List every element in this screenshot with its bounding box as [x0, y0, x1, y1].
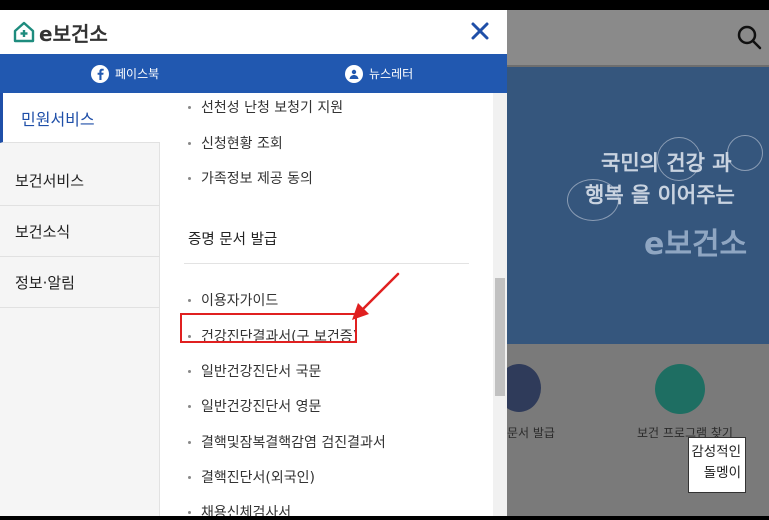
watermark-line-2: 돌멩이 — [703, 465, 741, 481]
search-icon[interactable] — [736, 24, 762, 50]
nav-label: 보건서비스 — [15, 171, 85, 190]
nav-item-health-news[interactable]: 보건소식 — [0, 206, 160, 257]
bullet-icon — [188, 176, 191, 180]
section-title: 증명 문서 발급 — [188, 232, 278, 248]
house-plus-icon — [13, 21, 35, 43]
nav-label: 민원서비스 — [21, 109, 95, 129]
facebook-icon — [91, 64, 109, 83]
bullet-icon — [188, 141, 191, 145]
bullet-icon — [188, 334, 191, 338]
bullet-icon — [188, 510, 191, 514]
bullet-icon — [188, 440, 191, 444]
banner-line-1: 국민의 건강 과 — [601, 151, 732, 175]
logo-text: e보건소 — [39, 21, 108, 46]
bullet-icon — [188, 298, 191, 302]
submenu-item[interactable]: 가족정보 제공 동의 — [188, 168, 313, 188]
bullet-icon — [188, 105, 191, 109]
nav-label: 정보·알림 — [15, 273, 75, 292]
watermark-stamp: 감성적인 돌멩이 — [688, 437, 746, 493]
watermark-line-1: 감성적인 — [691, 444, 741, 460]
background-banner: 국민의 건강 과 행복 을 이어주는 e보건소 — [507, 67, 769, 344]
quick-link-document[interactable]: 문서 발급 — [507, 424, 555, 441]
category-nav: 민원서비스 보건서비스 보건소식 정보·알림 — [0, 93, 161, 516]
bullet-icon — [188, 369, 191, 373]
social-bar: 페이스북 뉴스레터 — [0, 54, 507, 93]
submenu-item[interactable]: 결핵및잠복결핵감염 검진결과서 — [188, 432, 386, 452]
facebook-label: 페이스북 — [115, 67, 160, 81]
nav-label: 보건소식 — [15, 222, 71, 241]
submenu-item[interactable]: 일반건강진단서 영문 — [188, 396, 321, 416]
search-house-icon[interactable] — [655, 364, 705, 414]
nav-item-health-service[interactable]: 보건서비스 — [0, 155, 160, 206]
menu-panel: e보건소 페이스북 뉴스레터 민원서비스 보건서비스 보건소식 정보·알림 선천… — [0, 10, 507, 516]
menu-header: e보건소 — [0, 10, 507, 54]
close-icon[interactable] — [468, 19, 492, 43]
newsletter-link[interactable]: 뉴스레터 — [345, 54, 413, 93]
scrollbar[interactable] — [493, 93, 507, 516]
divider — [184, 263, 469, 264]
submenu-list: 선천성 난청 보청기 지원 신청현황 조회 가족정보 제공 동의 증명 문서 발… — [160, 93, 493, 516]
newsletter-icon — [345, 64, 363, 83]
newsletter-label: 뉴스레터 — [369, 67, 414, 81]
bullet-icon — [188, 404, 191, 408]
submenu-item[interactable]: 일반건강진단서 국문 — [188, 361, 321, 381]
nav-item-civil-service[interactable]: 민원서비스 — [0, 93, 161, 143]
scroll-thumb[interactable] — [495, 278, 505, 396]
bullet-icon — [188, 475, 191, 479]
banner-line-2: 행복 을 이어주는 — [585, 183, 735, 207]
submenu-item[interactable]: 신청현황 조회 — [188, 133, 283, 153]
facebook-link[interactable]: 페이스북 — [91, 54, 159, 93]
submenu-item[interactable]: 결핵진단서(외국인) — [188, 467, 315, 487]
submenu-item-health-certificate[interactable]: 건강진단결과서(구 보건증) — [188, 326, 358, 346]
screen: 국민의 건강 과 행복 을 이어주는 e보건소 문서 발급 보건 프로그램 찾기… — [0, 10, 769, 516]
nav-item-info-notice[interactable]: 정보·알림 — [0, 257, 160, 308]
submenu-item[interactable]: 이용자가이드 — [188, 290, 278, 310]
banner-brand: e보건소 — [644, 227, 748, 262]
submenu-item[interactable]: 채용신체검사서 — [188, 502, 291, 516]
logo[interactable]: e보건소 — [13, 19, 108, 46]
submenu-item[interactable]: 선천성 난청 보청기 지원 — [188, 97, 343, 117]
